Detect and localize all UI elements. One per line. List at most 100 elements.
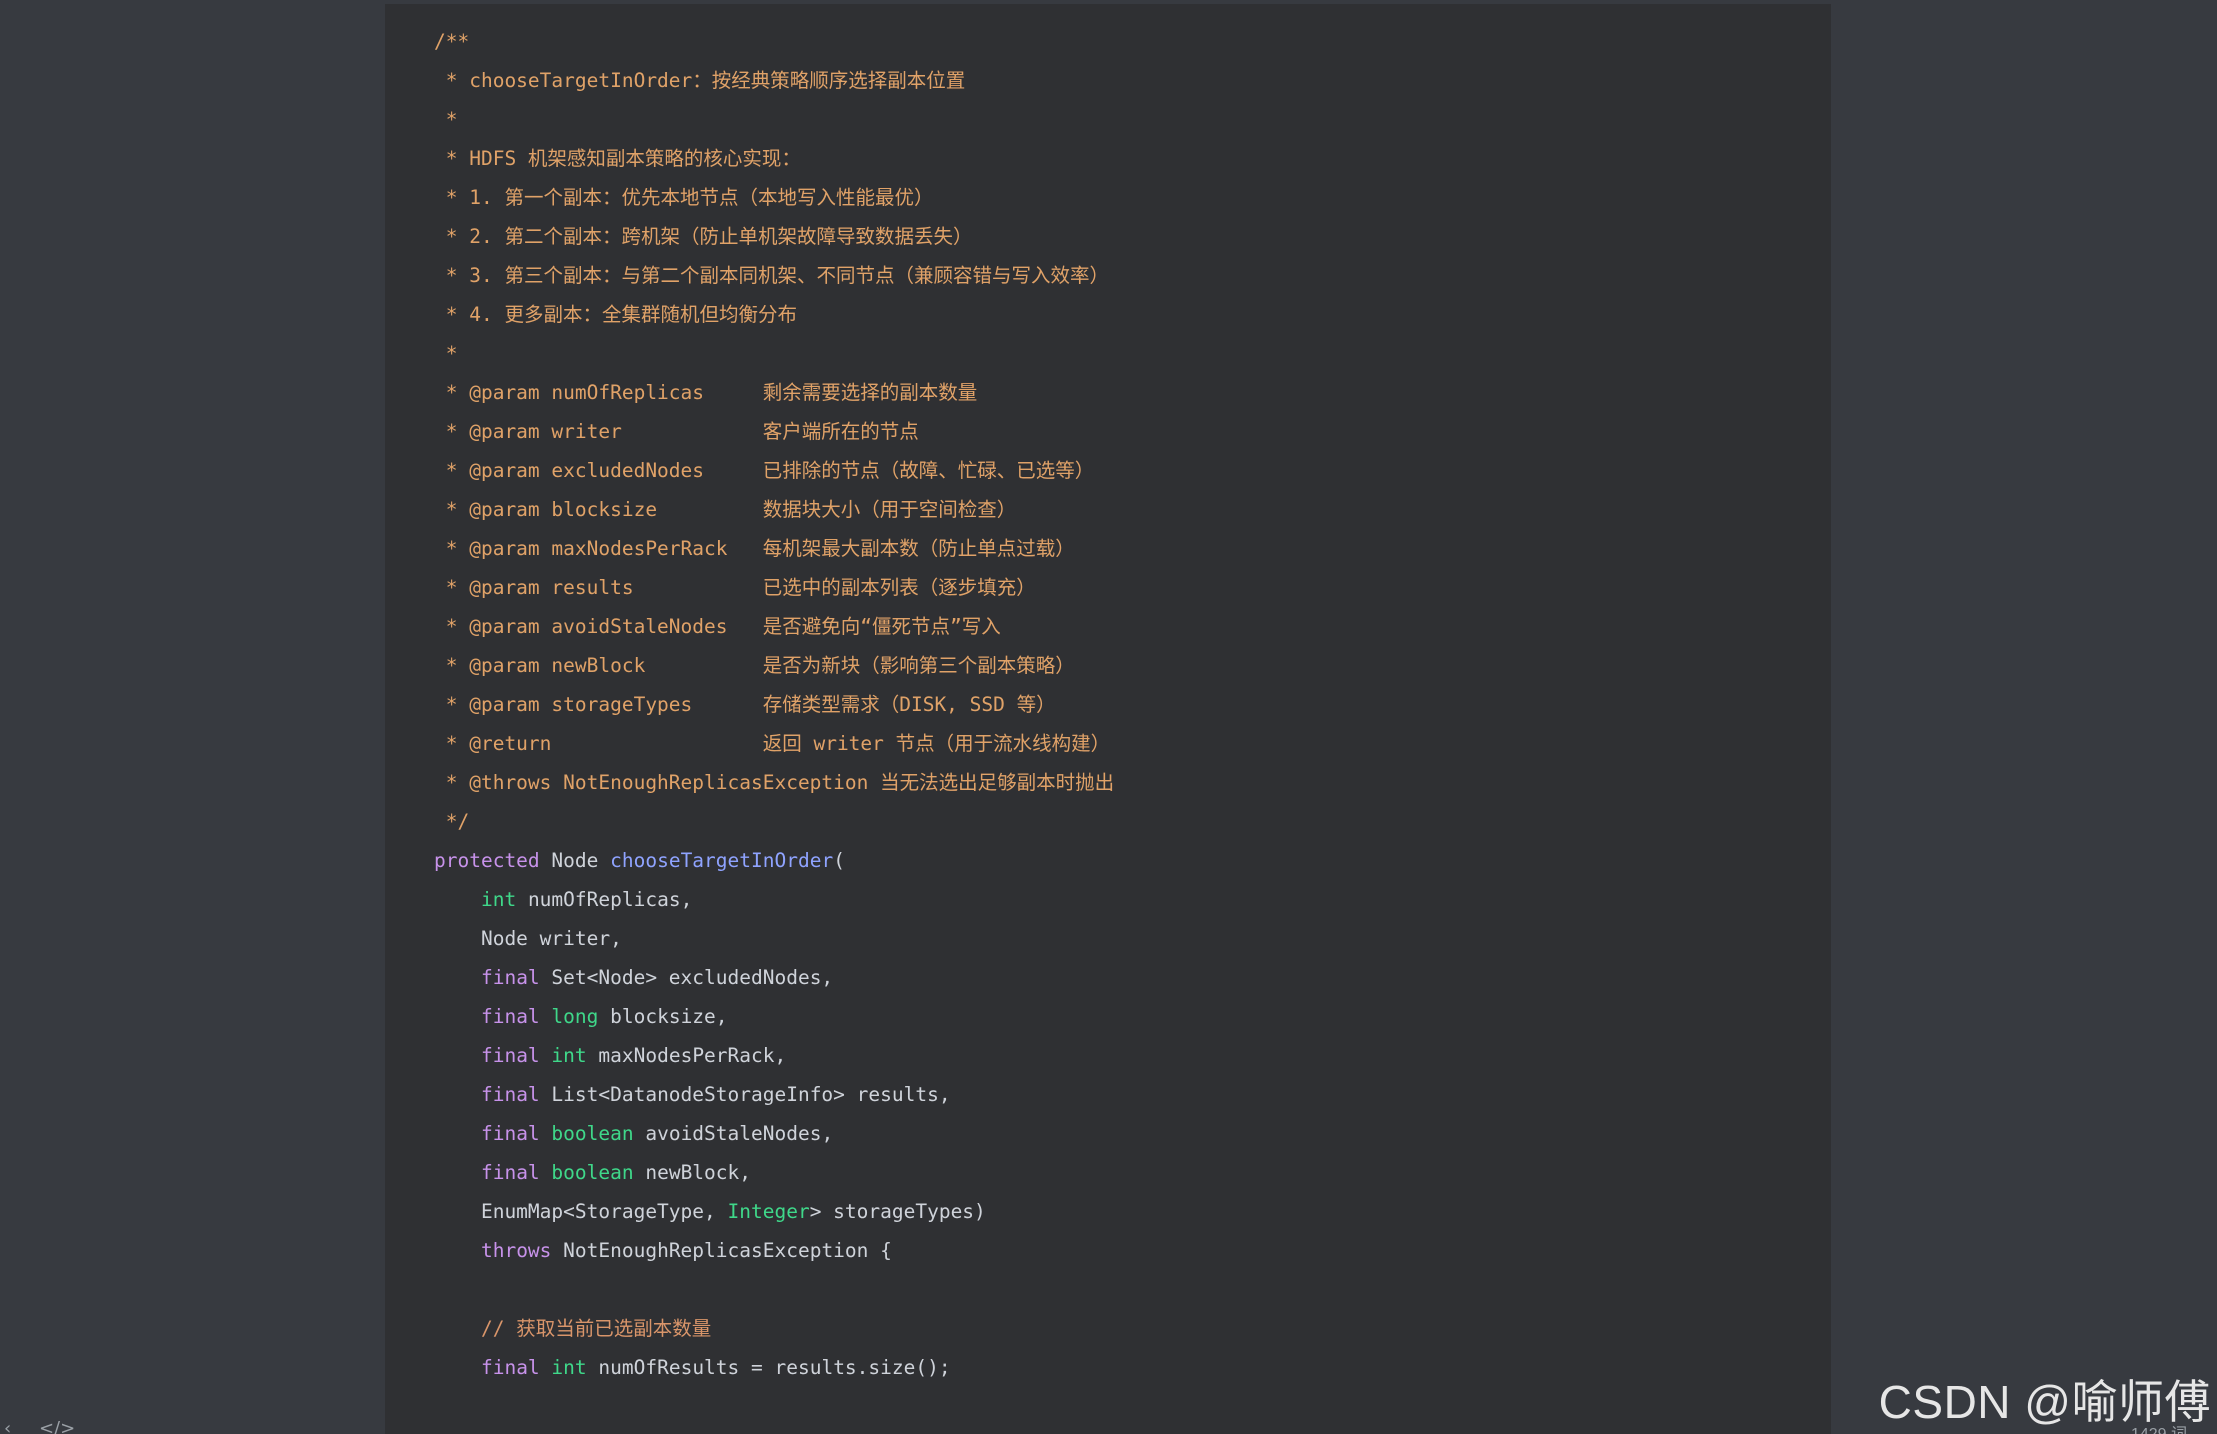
code-line: /** [434,22,1831,61]
code-token: * 1. 第一个副本：优先本地节点（本地写入性能最优） [434,186,934,209]
code-token: * [434,342,458,365]
code-token: * HDFS 机架感知副本策略的核心实现： [434,147,801,170]
page: /** * chooseTargetInOrder：按经典策略顺序选择副本位置 … [0,0,2217,1434]
code-line: * @param excludedNodes 已排除的节点（故障、忙碌、已选等） [434,451,1831,490]
code-line: * 4. 更多副本：全集群随机但均衡分布 [434,295,1831,334]
code-token: * @param excludedNodes 已排除的节点（故障、忙碌、已选等） [434,459,1095,482]
code-line: EnumMap<StorageType, Integer> storageTyp… [434,1192,1831,1231]
code-line: throws NotEnoughReplicasException { [434,1231,1831,1270]
code-token: */ [434,810,470,833]
code-token: throws [480,1239,552,1262]
code-icon[interactable]: </> [39,1418,75,1434]
code-line: * @return 返回 writer 节点（用于流水线构建） [434,724,1831,763]
code-token: List<DatanodeStorageInfo> results, [539,1083,951,1106]
code-line: final boolean avoidStaleNodes, [434,1114,1831,1153]
code-token: NotEnoughReplicasException { [551,1239,892,1262]
code-token: boolean [551,1122,634,1145]
code-token: // 获取当前已选副本数量 [480,1317,712,1340]
code-line: final Set<Node> excludedNodes, [434,958,1831,997]
code-line: * @param maxNodesPerRack 每机架最大副本数（防止单点过载… [434,529,1831,568]
code-line: * @param writer 客户端所在的节点 [434,412,1831,451]
code-token: final [480,1356,540,1379]
code-token: blocksize, [598,1005,728,1028]
code-token: final [480,1161,540,1184]
code-line: * @param blocksize 数据块大小（用于空间检查） [434,490,1831,529]
code-line: int numOfReplicas, [434,880,1831,919]
code-line: * @param storageTypes 存储类型需求（DISK, SSD 等… [434,685,1831,724]
code-line: * chooseTargetInOrder：按经典策略顺序选择副本位置 [434,61,1831,100]
code-token: int [551,1044,587,1067]
code-token: numOfResults = results.size(); [586,1356,951,1379]
code-token: protected [434,849,540,872]
chevron-left-icon[interactable]: ‹ [4,1418,11,1434]
code-token: * @param blocksize 数据块大小（用于空间检查） [434,498,1017,521]
code-token: final [480,1083,540,1106]
code-token: * [434,108,458,131]
code-token: * @param newBlock 是否为新块（影响第三个副本策略） [434,654,1075,677]
code-token: /** [434,30,470,53]
code-line: * 3. 第三个副本：与第二个副本同机架、不同节点（兼顾容错与写入效率） [434,256,1831,295]
code-line: * 1. 第一个副本：优先本地节点（本地写入性能最优） [434,178,1831,217]
code-token: Node writer, [434,927,622,950]
code-line: * [434,334,1831,373]
code-line: * [434,100,1831,139]
code-token: long [551,1005,599,1028]
code-token: final [480,1005,540,1028]
code-token: final [480,1044,540,1067]
code-line: * 2. 第二个副本：跨机架（防止单机架故障导致数据丢失） [434,217,1831,256]
code-token: * @return 返回 writer 节点（用于流水线构建） [434,732,1111,755]
code-token: Node [539,849,611,872]
code-line: * HDFS 机架感知副本策略的核心实现： [434,139,1831,178]
code-token: * 3. 第三个副本：与第二个副本同机架、不同节点（兼顾容错与写入效率） [434,264,1109,287]
code-token: * @param writer 客户端所在的节点 [434,420,919,443]
code-token: boolean [551,1161,634,1184]
code-token: numOfReplicas, [516,888,693,911]
code-line: * @throws NotEnoughReplicasException 当无法… [434,763,1831,802]
code-line: final List<DatanodeStorageInfo> results, [434,1075,1831,1114]
code-token: chooseTargetInOrder [610,849,834,872]
bottom-left-toolbar: ‹ </> [4,1418,97,1434]
code-token: * chooseTargetInOrder：按经典策略顺序选择副本位置 [434,69,966,92]
code-line: * @param numOfReplicas 剩余需要选择的副本数量 [434,373,1831,412]
code-token: avoidStaleNodes, [633,1122,834,1145]
code-token: * @param numOfReplicas 剩余需要选择的副本数量 [434,381,978,404]
code-token: maxNodesPerRack, [586,1044,787,1067]
code-token: * 2. 第二个副本：跨机架（防止单机架故障导致数据丢失） [434,225,973,248]
word-count: 1429 词 [2131,1420,2187,1434]
code-token: int [551,1356,587,1379]
code-token: EnumMap<StorageType, [434,1200,728,1223]
code-line: final boolean newBlock, [434,1153,1831,1192]
code-line: final int maxNodesPerRack, [434,1036,1831,1075]
code-line: * @param avoidStaleNodes 是否避免向“僵死节点”写入 [434,607,1831,646]
code-block[interactable]: /** * chooseTargetInOrder：按经典策略顺序选择副本位置 … [385,4,1831,1434]
code-line: * @param results 已选中的副本列表（逐步填充） [434,568,1831,607]
code-line: protected Node chooseTargetInOrder( [434,841,1831,880]
code-line: * @param newBlock 是否为新块（影响第三个副本策略） [434,646,1831,685]
code-token: Set<Node> excludedNodes, [539,966,834,989]
code-line: */ [434,802,1831,841]
code-token: * @param storageTypes 存储类型需求（DISK, SSD 等… [434,693,1056,716]
code-line: final int numOfResults = results.size(); [434,1348,1831,1387]
code-line: // 获取当前已选副本数量 [434,1309,1831,1348]
code-token: > storageTypes) [809,1200,986,1223]
code-token: Integer [727,1200,810,1223]
code-line: final long blocksize, [434,997,1831,1036]
code-token: * @param results 已选中的副本列表（逐步填充） [434,576,1036,599]
code-line: Node writer, [434,919,1831,958]
code-token: newBlock, [633,1161,752,1184]
